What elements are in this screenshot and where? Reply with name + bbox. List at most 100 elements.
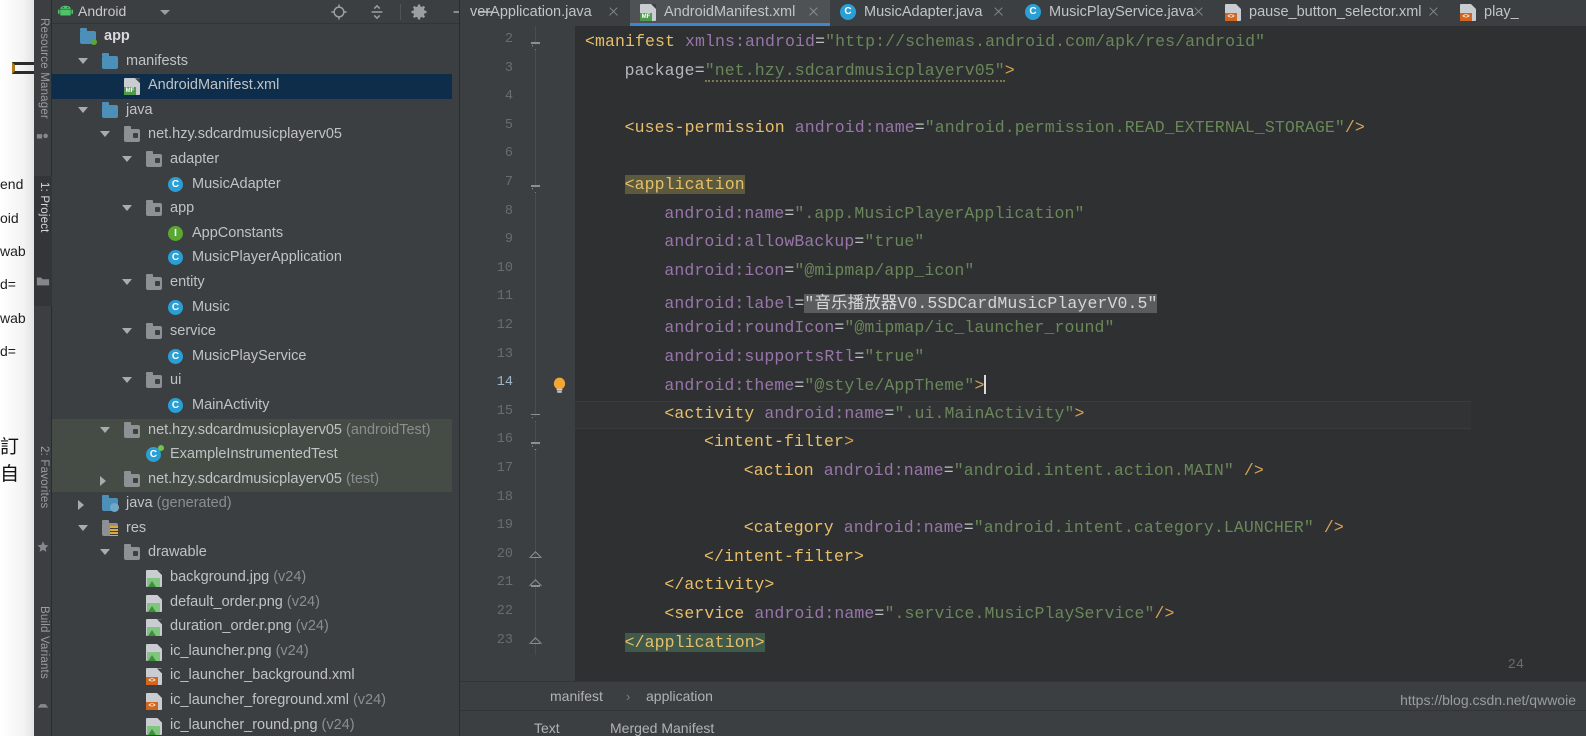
expand-arrow-open-icon[interactable]	[78, 106, 88, 113]
expand-arrow-open-icon[interactable]	[122, 155, 132, 162]
code-fold-toggle[interactable]	[529, 550, 542, 564]
tree-row[interactable]: java	[52, 99, 452, 124]
tree-row-label: default_order.png (v24)	[170, 593, 320, 610]
locate-target-icon[interactable]	[330, 3, 348, 21]
tree-row[interactable]: res	[52, 517, 452, 542]
close-icon[interactable]	[1428, 6, 1439, 17]
tree-row[interactable]: C MusicPlayerApplication	[52, 246, 452, 271]
close-icon[interactable]	[608, 6, 619, 17]
tree-row[interactable]: adapter	[52, 148, 452, 173]
tree-row[interactable]: entity	[52, 271, 452, 296]
tree-row[interactable]: net.hzy.sdcardmusicplayerv05 (androidTes…	[52, 418, 452, 444]
image-file-icon	[146, 643, 163, 661]
editor-tab[interactable]: C MusicAdapter.java	[830, 0, 1015, 26]
tree-row[interactable]: ic_launcher_round.png (v24)	[52, 714, 452, 736]
expand-arrow-open-icon[interactable]	[78, 57, 88, 64]
sidebar-item-build-variants[interactable]: Build Variants	[34, 600, 52, 728]
tree-row[interactable]: java (generated)	[52, 492, 452, 517]
code-token: <service	[664, 604, 745, 623]
code-fold-toggle[interactable]	[529, 436, 542, 451]
code-editor[interactable]: 23456789101112131415161718192021222324 <…	[460, 26, 1586, 681]
expand-arrow-open-icon[interactable]	[78, 524, 88, 531]
tree-row[interactable]: C MainActivity	[52, 394, 452, 419]
sidebar-item-project[interactable]: 1: Project	[34, 176, 52, 306]
expand-arrow-open-icon[interactable]	[122, 205, 132, 212]
editor-scrollbar[interactable]	[1572, 26, 1582, 681]
tree-row[interactable]: app	[52, 25, 452, 50]
expand-arrow-open-icon[interactable]	[100, 426, 110, 433]
line-number: 11	[496, 289, 513, 305]
code-token: <category	[743, 518, 834, 538]
tree-row[interactable]: C ExampleInstrumentedTest	[52, 443, 452, 468]
tree-row[interactable]: ui	[52, 369, 452, 394]
code-fold-toggle[interactable]	[529, 36, 542, 50]
code-token: android:name	[843, 518, 964, 538]
code-fold-toggle[interactable]	[529, 408, 542, 422]
close-icon[interactable]	[1193, 6, 1204, 17]
tree-row-label: res	[126, 519, 147, 536]
tree-row[interactable]: C MusicAdapter	[52, 173, 452, 198]
project-tree[interactable]: app manifests MF AndroidManifest.xml java net…	[52, 25, 452, 736]
bg-fragment: wab	[0, 243, 26, 259]
tab-merged-manifest[interactable]: Merged Manifest	[610, 720, 714, 736]
code-token: </application>	[624, 632, 765, 652]
editor-gutter[interactable]: 23456789101112131415161718192021222324	[460, 26, 575, 681]
tree-row[interactable]: net.hzy.sdcardmusicplayerv05	[52, 123, 452, 148]
xml-file-icon: <>	[1460, 4, 1476, 21]
project-view-selector-label[interactable]: Android	[78, 3, 126, 19]
tree-row[interactable]: C Music	[52, 296, 452, 321]
code-token: "net.hzy.sdcardmusicplayerv05"	[704, 60, 1005, 82]
image-file-icon	[146, 570, 163, 588]
expand-arrow-open-icon[interactable]	[122, 328, 132, 335]
tree-row-label: manifests	[126, 52, 189, 69]
editor-tab-label: MusicAdapter.java	[864, 4, 983, 20]
header-separator	[400, 4, 401, 20]
collapse-all-icon[interactable]	[368, 3, 386, 21]
breadcrumb-item-manifest[interactable]: manifest	[550, 688, 603, 704]
tree-row[interactable]: net.hzy.sdcardmusicplayerv05 (test)	[52, 467, 452, 493]
tree-row[interactable]: app	[52, 197, 452, 222]
code-content[interactable]: <manifest xmlns:android="http://schemas.…	[575, 26, 1586, 681]
tree-row[interactable]: default_order.png (v24)	[52, 591, 452, 616]
code-token: android:theme	[664, 376, 795, 396]
expand-arrow-open-icon[interactable]	[122, 278, 132, 285]
expand-arrow-closed-icon[interactable]	[78, 500, 84, 511]
resource-manager-icon	[36, 133, 48, 139]
tree-row[interactable]: manifests	[52, 50, 452, 75]
tree-row[interactable]: MF AndroidManifest.xml	[52, 74, 452, 99]
tree-row[interactable]: duration_order.png (v24)	[52, 615, 452, 640]
sidebar-item-favorites[interactable]: 2: Favorites	[34, 440, 52, 580]
editor-tab[interactable]: C MusicPlayService.java	[1015, 0, 1215, 26]
breadcrumb-item-application[interactable]: application	[646, 688, 713, 704]
java-test-class-icon: C	[146, 445, 164, 463]
tree-row[interactable]: ic_launcher.png (v24)	[52, 640, 452, 665]
intention-bulb-icon[interactable]	[552, 377, 567, 395]
expand-arrow-open-icon[interactable]	[100, 131, 110, 138]
sidebar-item-resource-manager[interactable]: Resource Manager	[34, 10, 52, 170]
image-file-icon	[146, 619, 163, 637]
line-number: 5	[504, 117, 513, 133]
tab-text[interactable]: Text	[534, 720, 560, 736]
tree-row[interactable]: C MusicPlayService	[52, 345, 452, 370]
code-fold-toggle[interactable]	[529, 179, 542, 193]
editor-tab[interactable]: <> play_	[1450, 0, 1520, 26]
code-fold-toggle[interactable]	[529, 579, 542, 593]
expand-arrow-closed-icon[interactable]	[100, 475, 106, 486]
tree-row[interactable]: drawable	[52, 541, 452, 566]
editor-tab[interactable]: verApplication.java	[460, 0, 630, 26]
gear-icon[interactable]	[410, 3, 428, 21]
tree-row[interactable]: <> ic_launcher_foreground.xml (v24)	[52, 689, 452, 714]
expand-arrow-open-icon[interactable]	[122, 377, 132, 384]
close-icon[interactable]	[808, 6, 819, 17]
editor-tab[interactable]: MF AndroidManifest.xml	[630, 0, 830, 26]
tree-row-label: ic_launcher_foreground.xml (v24)	[170, 692, 387, 709]
expand-arrow-open-icon[interactable]	[100, 549, 110, 556]
editor-tab[interactable]: <> pause_button_selector.xml	[1215, 0, 1450, 26]
tree-row[interactable]: background.jpg (v24)	[52, 566, 452, 591]
close-icon[interactable]	[993, 6, 1004, 17]
tree-row[interactable]: service	[52, 320, 452, 345]
tree-row[interactable]: I AppConstants	[52, 222, 452, 247]
code-fold-toggle[interactable]	[529, 636, 542, 650]
tree-row[interactable]: <> ic_launcher_background.xml	[52, 664, 452, 689]
chevron-down-icon[interactable]	[160, 10, 170, 15]
